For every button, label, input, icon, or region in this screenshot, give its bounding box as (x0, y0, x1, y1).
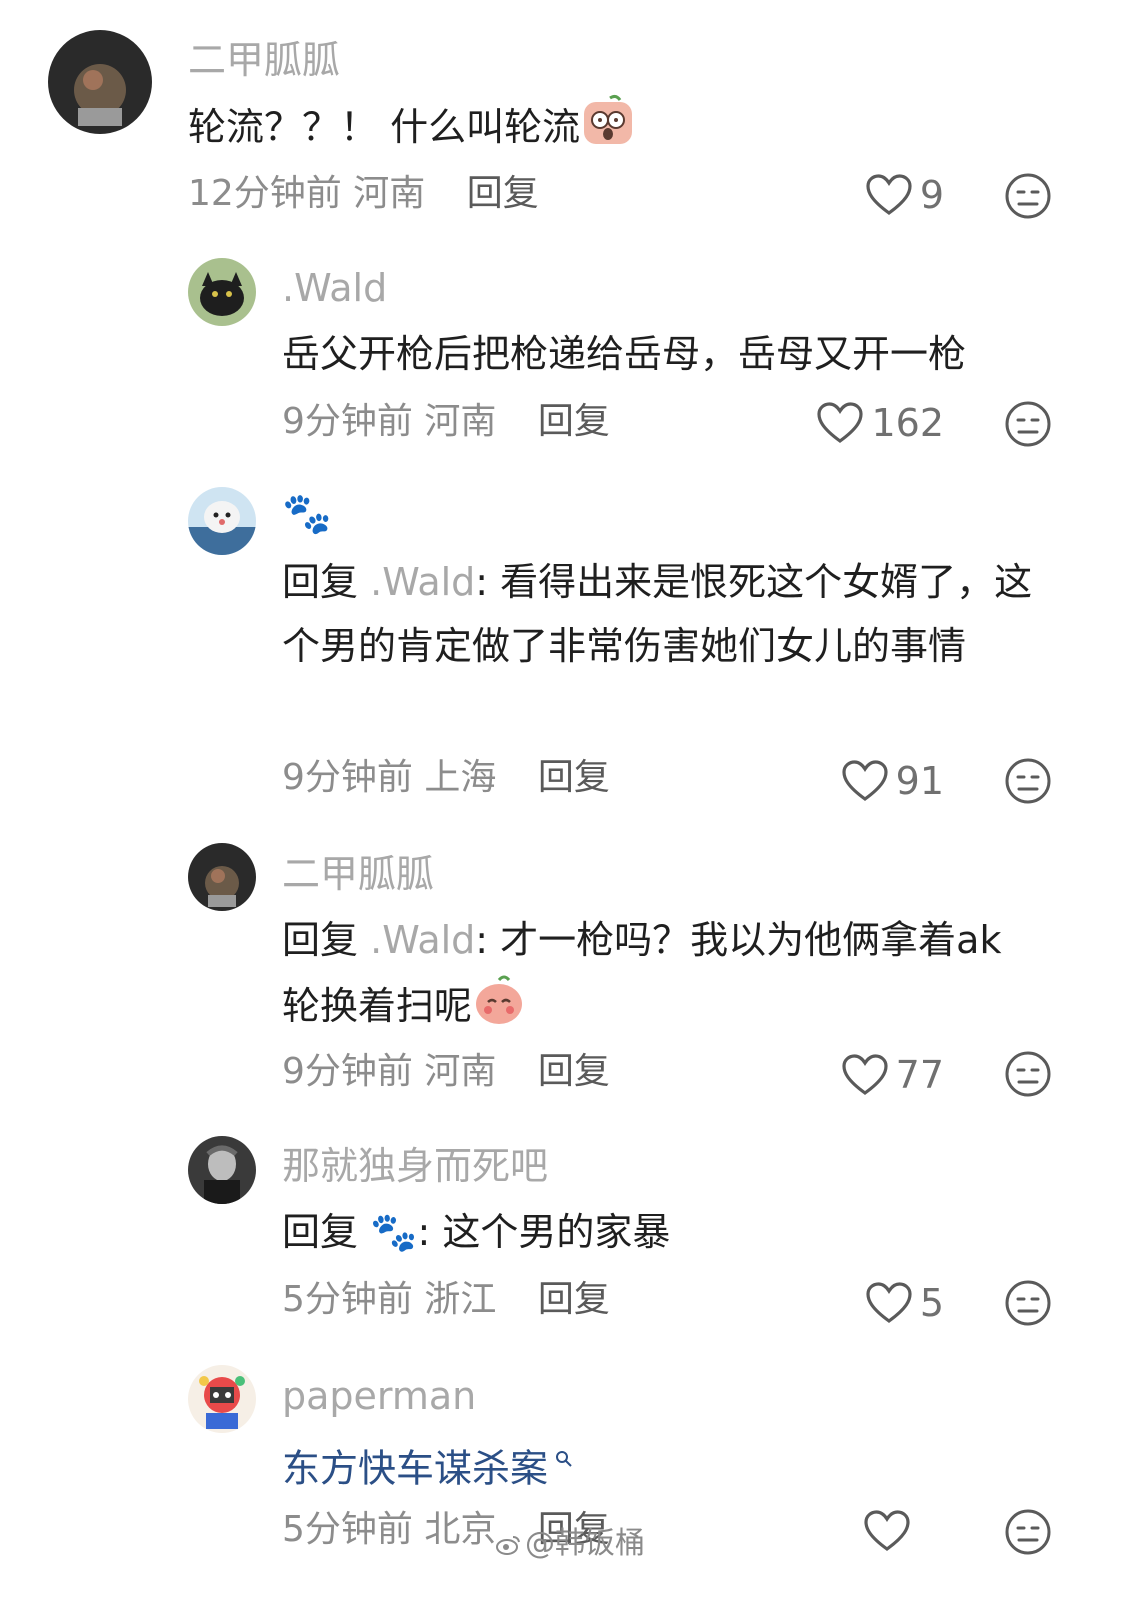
avatar[interactable] (188, 843, 256, 911)
heart-outline-icon (866, 1282, 912, 1323)
reply-prefix: 回复 (282, 560, 359, 604)
like-count: 5 (919, 1281, 944, 1325)
heart-outline-icon (866, 174, 912, 215)
username[interactable]: 二甲胍胍 (188, 38, 340, 82)
reply-button[interactable]: 回复 (538, 1051, 610, 1092)
heart-outline-icon (817, 402, 864, 443)
weibo-logo-icon (496, 1535, 520, 1555)
reply-button[interactable]: 回复 (538, 757, 610, 798)
like-button[interactable]: 9 (840, 170, 944, 220)
comment-text[interactable]: 东方快车谋杀案 (282, 1430, 1042, 1501)
heart-outline-icon (864, 1510, 910, 1551)
location: 河南 (353, 173, 426, 214)
reply-button[interactable]: 回复 (538, 1279, 610, 1320)
username[interactable]: 二甲胍胍 (282, 852, 434, 896)
watermark: @韩饭桶 (495, 1518, 645, 1562)
location: 河南 (424, 1051, 497, 1092)
neutral-face-icon[interactable] (1004, 400, 1052, 448)
like-count: 162 (871, 401, 944, 445)
avatar[interactable] (188, 258, 256, 326)
comment-text: 回复 🐾: 这个男的家暴 (282, 1210, 671, 1254)
comment-meta: 9分钟前 上海 回复 (282, 756, 610, 800)
username[interactable]: 那就独身而死吧 (282, 1144, 548, 1188)
like-button[interactable]: 91 (820, 756, 944, 806)
reply-target[interactable]: 🐾 (370, 1210, 417, 1254)
neutral-face-icon[interactable] (1004, 172, 1052, 220)
timestamp: 12分钟前 (188, 173, 342, 214)
avatar[interactable] (188, 487, 256, 555)
timestamp: 9分钟前 (282, 1051, 413, 1092)
comment-meta: 5分钟前 浙江 回复 (282, 1278, 610, 1322)
timestamp: 9分钟前 (282, 757, 413, 798)
like-count: 77 (895, 1053, 944, 1097)
like-button[interactable] (860, 1506, 918, 1556)
heart-outline-icon (842, 1054, 888, 1095)
username[interactable]: paperman (282, 1374, 476, 1418)
location: 上海 (424, 757, 497, 798)
avatar[interactable] (188, 1365, 256, 1433)
blushing-sticker-icon (472, 972, 526, 1045)
search-icon[interactable] (548, 1449, 573, 1474)
timestamp: 9分钟前 (282, 401, 413, 442)
timestamp: 5分钟前 (282, 1509, 413, 1550)
location: 北京 (424, 1509, 497, 1550)
neutral-face-icon[interactable] (1004, 1279, 1052, 1327)
like-button[interactable]: 5 (840, 1278, 944, 1328)
reply-prefix: 回复 (282, 1210, 359, 1254)
like-button[interactable]: 162 (800, 398, 944, 448)
avatar[interactable] (188, 1136, 256, 1204)
shocked-sticker-icon (580, 94, 636, 165)
reply-prefix: 回复 (282, 918, 359, 962)
neutral-face-icon[interactable] (1004, 1508, 1052, 1556)
reply-button[interactable]: 回复 (538, 401, 610, 442)
comment-text: 回复 .Wald: 才一枪吗？我以为他俩拿着ak 轮换着扫呢 (282, 908, 1022, 1045)
like-count: 91 (895, 759, 944, 803)
comment-text: 轮流？？！ 什么叫轮流 (188, 94, 1048, 165)
reply-button[interactable]: 回复 (467, 173, 539, 214)
timestamp: 5分钟前 (282, 1279, 413, 1320)
avatar[interactable] (48, 30, 152, 134)
comment-meta: 9分钟前 河南 回复 (282, 1050, 610, 1094)
neutral-face-icon[interactable] (1004, 757, 1052, 805)
comment-meta: 12分钟前 河南 回复 (188, 172, 539, 216)
comment-meta: 9分钟前 河南 回复 (282, 400, 610, 444)
comment-text: 岳父开枪后把枪递给岳母，岳母又开一枪 (282, 332, 967, 376)
location: 浙江 (424, 1279, 497, 1320)
like-count: 9 (919, 173, 944, 217)
username[interactable]: 🐾 (282, 492, 332, 536)
comment-text: 回复 .Wald: 看得出来是恨死这个女婿了，这个男的肯定做了非常伤害她们女儿的… (282, 560, 1033, 668)
location: 河南 (424, 401, 497, 442)
like-button[interactable]: 77 (820, 1050, 944, 1100)
reply-target[interactable]: .Wald (370, 918, 475, 962)
heart-outline-icon (842, 760, 888, 801)
reply-target[interactable]: .Wald (370, 560, 475, 604)
neutral-face-icon[interactable] (1004, 1050, 1052, 1098)
username[interactable]: .Wald (282, 266, 387, 310)
